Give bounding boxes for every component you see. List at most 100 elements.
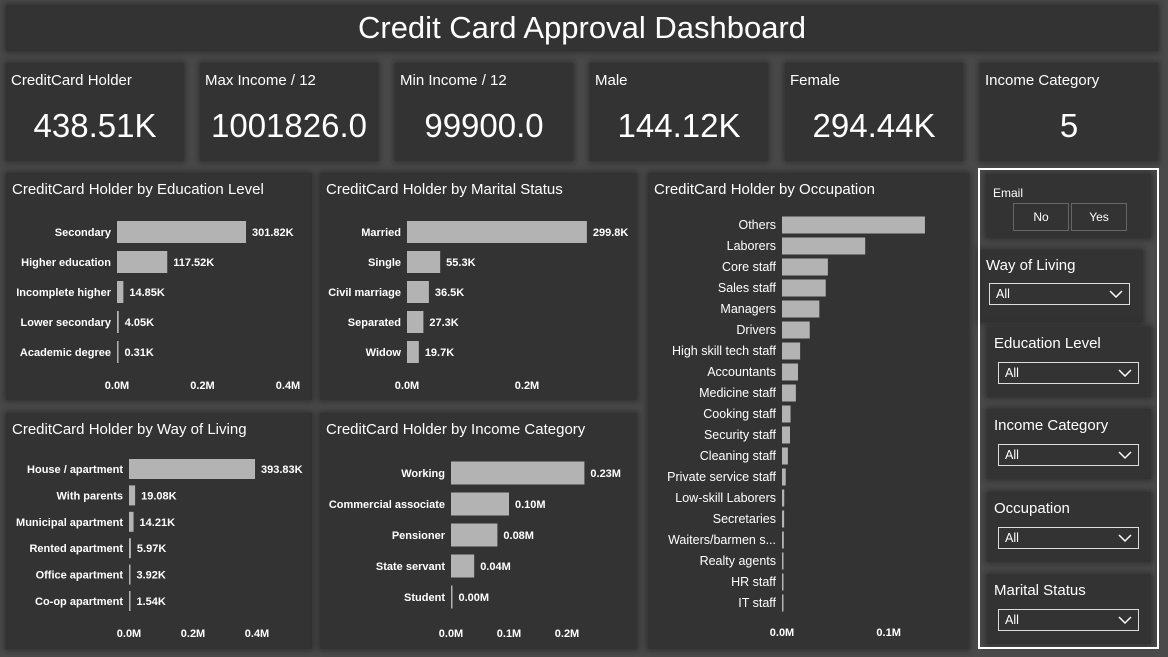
data-label: 27.3K: [429, 317, 458, 329]
bar[interactable]: [407, 311, 424, 333]
education-level-dropdown[interactable]: All: [998, 362, 1139, 384]
bar[interactable]: [129, 459, 256, 479]
category-label: Core staff: [722, 260, 776, 274]
category-label: With parents: [56, 490, 123, 502]
bar[interactable]: [407, 221, 587, 243]
bar[interactable]: [451, 461, 585, 485]
chart-panel-marital-status[interactable]: CreditCard Holder by Marital Status Marr…: [320, 173, 637, 400]
chart-education-level[interactable]: Secondary 301.82K Higher education 117.52K I…: [6, 173, 312, 400]
bar[interactable]: [129, 485, 136, 506]
category-label: Commercial associate: [329, 499, 445, 511]
data-label: 14.85K: [129, 287, 165, 299]
x-tick-label: 0.0M: [770, 627, 794, 639]
bar[interactable]: [782, 405, 791, 423]
kpi-value: 5: [1059, 107, 1079, 144]
chevron-down-icon: [1118, 451, 1132, 460]
chart-income-category[interactable]: Working 0.23M Commercial associate 0.10M Pen…: [320, 413, 637, 649]
data-label: 393.83K: [261, 464, 303, 476]
category-label: Co-op apartment: [35, 596, 123, 608]
bar[interactable]: [782, 552, 784, 570]
category-label: State servant: [376, 561, 445, 573]
bar[interactable]: [782, 573, 784, 591]
marital-status-dropdown[interactable]: All: [998, 609, 1139, 631]
bar[interactable]: [129, 538, 131, 559]
category-label: Working: [401, 468, 445, 480]
kpi-value: 144.12K: [617, 107, 741, 144]
kpi-card-male[interactable]: Male 144.12K: [590, 63, 768, 161]
bar[interactable]: [117, 281, 124, 303]
bar[interactable]: [117, 221, 247, 243]
slicer-title: Income Category: [994, 417, 1109, 434]
chart-panel-income-category[interactable]: CreditCard Holder by Income Category Wor…: [320, 413, 637, 649]
dropdown-value: All: [1005, 366, 1019, 380]
chart-way-of-living[interactable]: House / apartment 393.83K With parents 19.0…: [6, 413, 312, 649]
bar[interactable]: [782, 321, 810, 339]
data-label: 0.00M: [459, 592, 490, 604]
bar[interactable]: [782, 594, 784, 612]
bar[interactable]: [407, 341, 419, 363]
x-tick-label: 0.4M: [245, 628, 269, 640]
chart-marital-status[interactable]: Married 299.8K Single 55.3K Civil marriage 36…: [320, 173, 637, 400]
kpi-label: Min Income / 12: [400, 72, 507, 89]
bar[interactable]: [117, 251, 168, 273]
bar[interactable]: [782, 279, 826, 297]
bar[interactable]: [782, 447, 788, 465]
bar[interactable]: [782, 531, 784, 549]
chart-panel-way-of-living[interactable]: CreditCard Holder by Way of Living House…: [6, 413, 312, 649]
bar[interactable]: [407, 251, 441, 273]
x-tick-label: 0.2M: [515, 380, 539, 392]
kpi-card-income-category[interactable]: Income Category 5: [980, 63, 1158, 161]
bar[interactable]: [407, 281, 429, 303]
chart-panel-occupation[interactable]: CreditCard Holder by Occupation Others La…: [648, 173, 969, 649]
income-category-dropdown[interactable]: All: [998, 444, 1139, 466]
bar[interactable]: [117, 341, 119, 363]
kpi-card-creditcard-holder[interactable]: CreditCard Holder 438.51K: [6, 63, 184, 161]
category-label: House / apartment: [27, 464, 123, 476]
kpi-card-min-income[interactable]: Min Income / 12 99900.0: [395, 63, 573, 161]
data-label: 0.10M: [515, 499, 546, 511]
category-label: Cleaning staff: [700, 449, 777, 463]
bar[interactable]: [782, 258, 828, 276]
x-tick-label: 0.0M: [395, 380, 419, 392]
category-label: Accountants: [707, 365, 776, 379]
bar[interactable]: [782, 342, 801, 360]
bar[interactable]: [451, 585, 453, 609]
bar[interactable]: [129, 511, 134, 532]
category-label: Medicine staff: [699, 386, 776, 400]
occupation-dropdown[interactable]: All: [998, 527, 1139, 549]
bar[interactable]: [782, 216, 925, 234]
category-label: HR staff: [731, 575, 776, 589]
bar[interactable]: [451, 523, 498, 547]
bar[interactable]: [782, 363, 798, 381]
bar[interactable]: [782, 300, 820, 318]
bar[interactable]: [129, 591, 131, 611]
kpi-value: 99900.0: [424, 107, 544, 144]
way-of-living-dropdown[interactable]: All: [989, 283, 1130, 305]
bar[interactable]: [782, 510, 785, 528]
kpi-label: Income Category: [985, 72, 1100, 89]
data-label: 5.97K: [137, 543, 166, 555]
data-label: 19.08K: [141, 490, 177, 502]
bar[interactable]: [451, 554, 475, 578]
category-label: Cooking staff: [703, 407, 776, 421]
bar[interactable]: [782, 237, 866, 255]
bar[interactable]: [451, 492, 509, 516]
bar[interactable]: [129, 564, 131, 585]
kpi-card-max-income[interactable]: Max Income / 12 1001826.0: [200, 63, 378, 161]
kpi-card-female[interactable]: Female 294.44K: [785, 63, 963, 161]
kpi-value: 438.51K: [33, 107, 157, 144]
bar[interactable]: [117, 311, 119, 333]
category-label: Sales staff: [718, 281, 777, 295]
email-yes-button[interactable]: Yes: [1071, 203, 1127, 231]
kpi-label: Female: [790, 72, 841, 89]
bar[interactable]: [782, 384, 796, 402]
bar[interactable]: [782, 426, 790, 444]
bar[interactable]: [782, 489, 785, 507]
chart-occupation[interactable]: Others Laborers Core staff Sales staff Manag…: [648, 173, 969, 649]
bar[interactable]: [782, 468, 786, 486]
category-label: Incomplete higher: [16, 287, 111, 299]
category-label: Others: [738, 218, 776, 232]
x-tick-label: 0.0M: [105, 380, 129, 392]
chart-panel-education-level[interactable]: CreditCard Holder by Education Level Sec…: [6, 173, 312, 400]
email-no-button[interactable]: No: [1013, 203, 1069, 231]
